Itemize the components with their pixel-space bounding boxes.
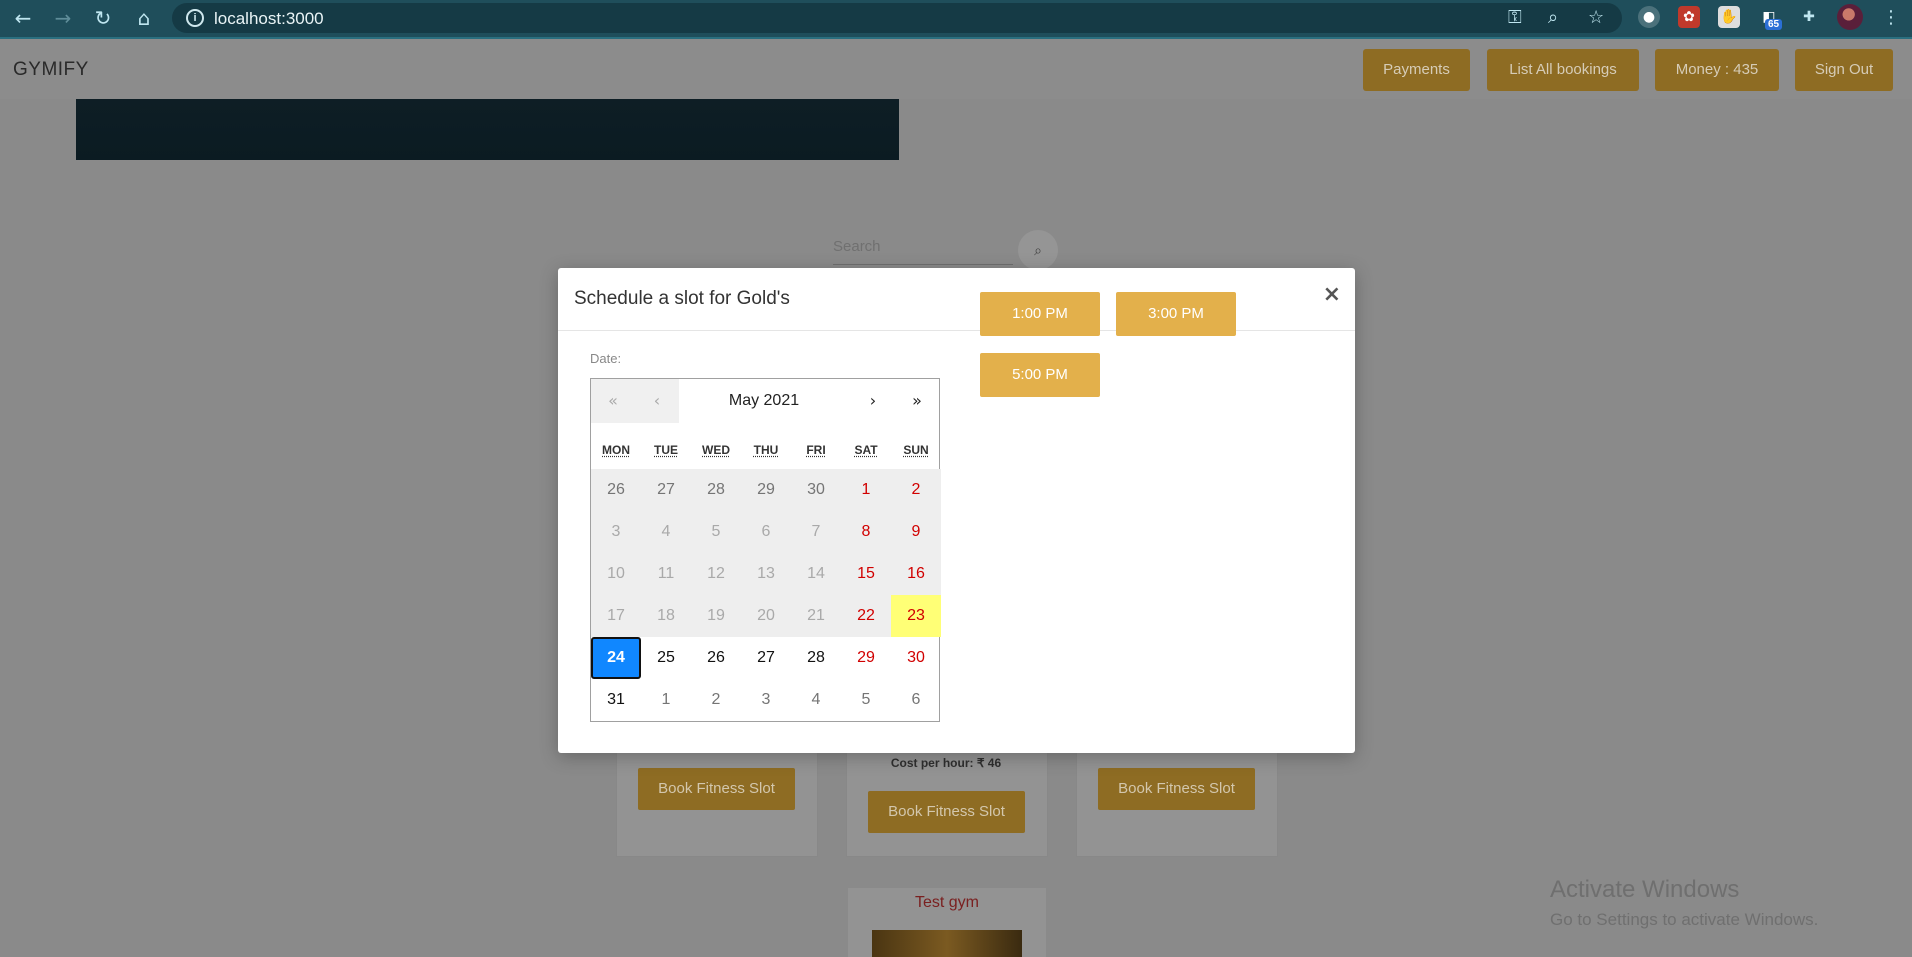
extensions-puzzle-icon[interactable]: ✚ xyxy=(1798,6,1820,28)
calendar-day[interactable]: 27 xyxy=(641,469,691,511)
menu-kebab-icon[interactable]: ⋮ xyxy=(1878,5,1904,31)
activate-title: Activate Windows xyxy=(1550,876,1740,903)
book-fitness-slot-button[interactable]: Book Fitness Slot xyxy=(868,791,1025,833)
calendar-day[interactable]: 27 xyxy=(741,637,791,679)
windows-activation-watermark: Activate Windows Go to Settings to activ… xyxy=(1550,876,1818,930)
key-icon[interactable]: ⚿ xyxy=(1508,7,1522,28)
search-input[interactable]: Search xyxy=(833,238,1013,265)
gym-card-test: Test gym xyxy=(848,888,1046,957)
calendar-day[interactable]: 16 xyxy=(891,553,941,595)
calendar-day[interactable]: 4 xyxy=(791,679,841,721)
next-year-button[interactable]: » xyxy=(895,379,939,423)
slot-5pm-button[interactable]: 5:00 PM xyxy=(980,353,1100,397)
brand-logo-text[interactable]: GYMIFY xyxy=(13,59,89,81)
extension-hand-icon[interactable]: ✋ xyxy=(1718,6,1740,28)
slot-1pm-button[interactable]: 1:00 PM xyxy=(980,292,1100,336)
weekday-label: MON xyxy=(602,443,630,457)
calendar-day[interactable]: 11 xyxy=(641,553,691,595)
url-text: localhost:3000 xyxy=(214,9,324,28)
calendar-day[interactable]: 22 xyxy=(841,595,891,637)
weekday-label: THU xyxy=(753,443,779,457)
calendar-day[interactable]: 23 xyxy=(891,595,941,637)
calendar-day[interactable]: 4 xyxy=(641,511,691,553)
calendar-day[interactable]: 30 xyxy=(891,637,941,679)
prev-month-button[interactable]: ‹ xyxy=(635,379,679,423)
calendar-day[interactable]: 5 xyxy=(841,679,891,721)
calendar-day[interactable]: 2 xyxy=(891,469,941,511)
calendar-month-label[interactable]: May 2021 xyxy=(679,379,849,423)
reload-icon[interactable]: ↻ xyxy=(90,5,116,31)
calendar-day[interactable]: 14 xyxy=(791,553,841,595)
schedule-modal: Schedule a slot for Gold's × Date: « ‹ M… xyxy=(558,268,1355,753)
calendar-day[interactable]: 6 xyxy=(891,679,941,721)
book-fitness-slot-button[interactable]: Book Fitness Slot xyxy=(1098,768,1255,810)
date-label: Date: xyxy=(590,351,622,366)
calendar-day[interactable]: 26 xyxy=(691,637,741,679)
calendar-day[interactable]: 3 xyxy=(591,511,641,553)
calendar-day[interactable]: 8 xyxy=(841,511,891,553)
prev-year-button[interactable]: « xyxy=(591,379,635,423)
profile-avatar[interactable] xyxy=(1837,4,1863,30)
hero-image xyxy=(76,99,899,160)
next-month-button[interactable]: › xyxy=(851,379,895,423)
browser-toolbar: ← → ↻ ⌂ i localhost:3000 ⚿ ⌕ ☆ ● ✿ ✋ ◧ 6… xyxy=(0,0,1912,39)
calendar-day[interactable]: 10 xyxy=(591,553,641,595)
extension-circle-icon[interactable]: ● xyxy=(1638,6,1660,28)
calendar-day[interactable]: 7 xyxy=(791,511,841,553)
list-bookings-button[interactable]: List All bookings xyxy=(1487,49,1639,91)
calendar-day[interactable]: 12 xyxy=(691,553,741,595)
calendar-day[interactable]: 28 xyxy=(791,637,841,679)
payments-button[interactable]: Payments xyxy=(1363,49,1470,91)
calendar-day[interactable]: 30 xyxy=(791,469,841,511)
search-icon[interactable]: ⌕ xyxy=(1018,230,1058,270)
back-arrow-icon[interactable]: ← xyxy=(10,5,36,31)
calendar-day[interactable]: 1 xyxy=(841,469,891,511)
slot-3pm-button[interactable]: 3:00 PM xyxy=(1116,292,1236,336)
calendar-day[interactable]: 26 xyxy=(591,469,641,511)
app-header: GYMIFY Payments List All bookings Money … xyxy=(0,39,1912,99)
site-info-icon[interactable]: i xyxy=(186,9,204,27)
calendar-day[interactable]: 24 xyxy=(591,637,641,679)
calendar-day[interactable]: 31 xyxy=(591,679,641,721)
calendar-day[interactable]: 29 xyxy=(741,469,791,511)
weekday-label: WED xyxy=(702,443,730,457)
calendar-day[interactable]: 18 xyxy=(641,595,691,637)
calendar-day[interactable]: 13 xyxy=(741,553,791,595)
calendar-day[interactable]: 20 xyxy=(741,595,791,637)
weekday-label: TUE xyxy=(654,443,678,457)
activate-subtitle: Go to Settings to activate Windows. xyxy=(1550,910,1819,929)
book-fitness-slot-button[interactable]: Book Fitness Slot xyxy=(638,768,795,810)
extension-count-badge: 65 xyxy=(1765,19,1783,30)
extension-puzzle-red-icon[interactable]: ✿ xyxy=(1678,6,1700,28)
calendar-day[interactable]: 1 xyxy=(641,679,691,721)
zoom-icon[interactable]: ⌕ xyxy=(1548,7,1558,28)
address-bar[interactable]: i localhost:3000 ⚿ ⌕ ☆ xyxy=(172,3,1622,33)
weekday-label: FRI xyxy=(806,443,826,457)
calendar-day[interactable]: 25 xyxy=(641,637,691,679)
gym-card-image xyxy=(872,930,1022,957)
calendar-day[interactable]: 15 xyxy=(841,553,891,595)
modal-title: Schedule a slot for Gold's xyxy=(574,288,790,309)
money-button[interactable]: Money : 435 xyxy=(1655,49,1779,91)
star-icon[interactable]: ☆ xyxy=(1588,7,1604,28)
close-icon[interactable]: × xyxy=(1323,282,1341,307)
calendar-day[interactable]: 6 xyxy=(741,511,791,553)
calendar-day[interactable]: 3 xyxy=(741,679,791,721)
home-icon[interactable]: ⌂ xyxy=(131,5,157,31)
calendar-day[interactable]: 9 xyxy=(891,511,941,553)
calendar-day[interactable]: 2 xyxy=(691,679,741,721)
calendar-day[interactable]: 5 xyxy=(691,511,741,553)
calendar-day[interactable]: 17 xyxy=(591,595,641,637)
date-picker-calendar: « ‹ May 2021 › » MON TUE WED THU FRI SAT SUN 2… xyxy=(590,378,941,722)
cost-per-hour: Cost per hour: ₹ 46 xyxy=(890,756,1002,770)
forward-arrow-icon[interactable]: → xyxy=(50,5,76,31)
sign-out-button[interactable]: Sign Out xyxy=(1795,49,1893,91)
gym-card-title[interactable]: Test gym xyxy=(848,894,1046,912)
calendar-day[interactable]: 21 xyxy=(791,595,841,637)
calendar-day[interactable]: 19 xyxy=(691,595,741,637)
calendar-day[interactable]: 29 xyxy=(841,637,891,679)
calendar-day[interactable]: 28 xyxy=(691,469,741,511)
weekday-label: SAT xyxy=(854,443,878,457)
weekday-label: SUN xyxy=(903,443,929,457)
